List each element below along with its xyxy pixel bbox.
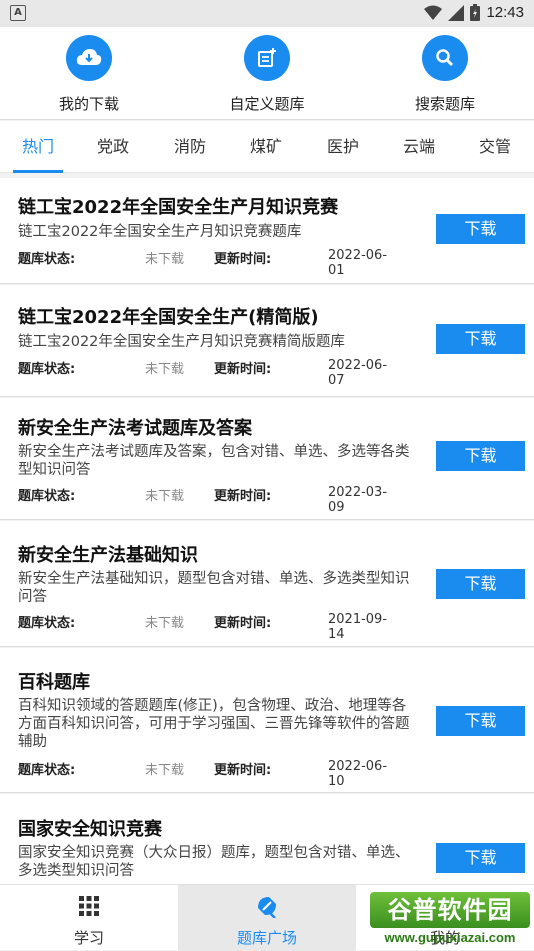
watermark-logo: 谷普软件园	[370, 892, 530, 928]
download-button[interactable]: 下载	[436, 706, 525, 736]
custom-bank-label: 自定义题库	[229, 95, 305, 113]
search-icon	[422, 35, 468, 81]
update-key: 更新时间:	[214, 616, 272, 631]
status-right: 12:43	[424, 4, 524, 21]
tab-coal-label: 煤矿	[249, 137, 282, 156]
battery-icon	[470, 4, 481, 21]
tab-fire-label: 消防	[173, 137, 206, 156]
tab-medical-label: 医护	[326, 137, 359, 156]
quick-actions-bar: 我的下载 自定义题库 搜索题库	[0, 27, 534, 120]
status-key: 题库状态:	[18, 362, 76, 377]
nav-study-label: 学习	[73, 929, 104, 947]
item-title: 链工宝2022年全国安全生产月知识竞赛	[18, 197, 339, 218]
status-key: 题库状态:	[18, 489, 76, 504]
status-value: 未下载	[145, 252, 185, 267]
item-meta: 题库状态: 未下载 更新时间: 2022-03-09	[18, 485, 398, 515]
download-button[interactable]: 下载	[436, 214, 525, 244]
notification-icon: A	[10, 5, 26, 21]
tab-medical[interactable]: 医护	[308, 121, 378, 173]
add-note-icon	[244, 35, 290, 81]
wifi-icon	[424, 5, 443, 20]
grid-icon	[0, 893, 178, 919]
cloud-download-icon	[66, 35, 112, 81]
list-item[interactable]: 链工宝2022年全国安全生产月知识竞赛 链工宝2022年全国安全生产月知识竞赛题…	[0, 178, 534, 284]
search-bank-label: 搜索题库	[414, 95, 475, 113]
download-button[interactable]: 下载	[436, 843, 525, 873]
update-key: 更新时间:	[214, 252, 272, 267]
status-key: 题库状态:	[18, 252, 76, 267]
tab-traffic-label: 交管	[478, 137, 511, 156]
item-title: 国家安全知识竞赛	[18, 819, 162, 840]
list-item[interactable]: 新安全生产法考试题库及答案 新安全生产法考试题库及答案，包含对错、单选、多选等各…	[0, 398, 534, 520]
item-title: 百科题库	[18, 672, 90, 693]
item-description: 新安全生产法考试题库及答案，包含对错、单选、多选等各类型知识问答	[18, 444, 410, 478]
update-date: 2022-03-09	[328, 485, 388, 515]
status-value: 未下载	[145, 616, 185, 631]
nav-study[interactable]: 学习	[0, 885, 178, 951]
status-key: 题库状态:	[18, 616, 76, 631]
my-downloads-label: 我的下载	[58, 95, 119, 113]
item-title: 新安全生产法基础知识	[18, 545, 198, 566]
category-tabs: 热门 党政 消防 煤矿 医护 云端 交管	[0, 121, 534, 173]
square-icon	[178, 893, 356, 919]
tab-party-label: 党政	[96, 137, 129, 156]
custom-bank-button[interactable]: 自定义题库	[197, 35, 337, 114]
status-value: 未下载	[145, 489, 185, 504]
status-bar: A 12:43	[0, 0, 534, 27]
status-value: 未下载	[145, 763, 185, 778]
list-item[interactable]: 链工宝2022年全国安全生产(精简版) 链工宝2022年全国安全生产月知识竞赛精…	[0, 285, 534, 397]
item-description: 百科知识领域的答题题库(修正)，包含物理、政治、地理等各方面百科知识问答，可用于…	[18, 698, 410, 750]
status-key: 题库状态:	[18, 763, 76, 778]
tab-hot-label: 热门	[21, 137, 54, 156]
nav-bank-square[interactable]: 题库广场	[178, 885, 356, 951]
update-key: 更新时间:	[214, 362, 272, 377]
download-button[interactable]: 下载	[436, 324, 525, 354]
my-downloads-button[interactable]: 我的下载	[19, 35, 159, 114]
item-description: 国家安全知识竞赛（大众日报）题库，题型包含对错、单选、多选类型知识问答	[18, 845, 410, 879]
list-item[interactable]: 百科题库 百科知识领域的答题题库(修正)，包含物理、政治、地理等各方面百科知识问…	[0, 648, 534, 793]
tab-party[interactable]: 党政	[78, 121, 148, 173]
update-date: 2022-06-10	[328, 759, 388, 789]
watermark-url: www.gupuxiazai.com	[384, 930, 516, 945]
search-bank-button[interactable]: 搜索题库	[375, 35, 515, 114]
download-button[interactable]: 下载	[436, 441, 525, 471]
item-description: 新安全生产法基础知识，题型包含对错、单选、多选类型知识问答	[18, 571, 410, 605]
update-date: 2022-06-01	[328, 248, 388, 278]
update-date: 2021-09-14	[328, 612, 388, 642]
update-date: 2022-06-07	[328, 358, 388, 388]
item-description: 链工宝2022年全国安全生产月知识竞赛题库	[18, 224, 302, 240]
item-meta: 题库状态: 未下载 更新时间: 2021-09-14	[18, 612, 398, 642]
site-watermark: 谷普软件园 www.gupuxiazai.com	[370, 892, 530, 948]
tab-cloud-label: 云端	[402, 137, 435, 156]
status-value: 未下载	[145, 362, 185, 377]
tab-fire[interactable]: 消防	[155, 121, 225, 173]
update-key: 更新时间:	[214, 763, 272, 778]
list-item[interactable]: 国家安全知识竞赛 国家安全知识竞赛（大众日报）题库，题型包含对错、单选、多选类型…	[0, 794, 534, 894]
tab-hot[interactable]: 热门	[3, 121, 73, 173]
item-meta: 题库状态: 未下载 更新时间: 2022-06-07	[18, 358, 398, 388]
nav-bank-square-label: 题库广场	[236, 929, 297, 947]
active-tab-indicator	[13, 170, 63, 173]
item-title: 新安全生产法考试题库及答案	[18, 418, 252, 439]
list-item[interactable]: 新安全生产法基础知识 新安全生产法基础知识，题型包含对错、单选、多选类型知识问答…	[0, 521, 534, 647]
item-meta: 题库状态: 未下载 更新时间: 2022-06-01	[18, 248, 398, 278]
item-meta: 题库状态: 未下载 更新时间: 2022-06-10	[18, 759, 398, 789]
clock: 12:43	[486, 4, 524, 21]
tab-traffic[interactable]: 交管	[460, 121, 530, 173]
item-description: 链工宝2022年全国安全生产月知识竞赛精简版题库	[18, 334, 345, 350]
download-button[interactable]: 下载	[436, 569, 525, 599]
tab-coal[interactable]: 煤矿	[231, 121, 301, 173]
signal-icon	[448, 4, 465, 21]
item-title: 链工宝2022年全国安全生产(精简版)	[18, 307, 319, 328]
tab-cloud[interactable]: 云端	[384, 121, 454, 173]
update-key: 更新时间:	[214, 489, 272, 504]
